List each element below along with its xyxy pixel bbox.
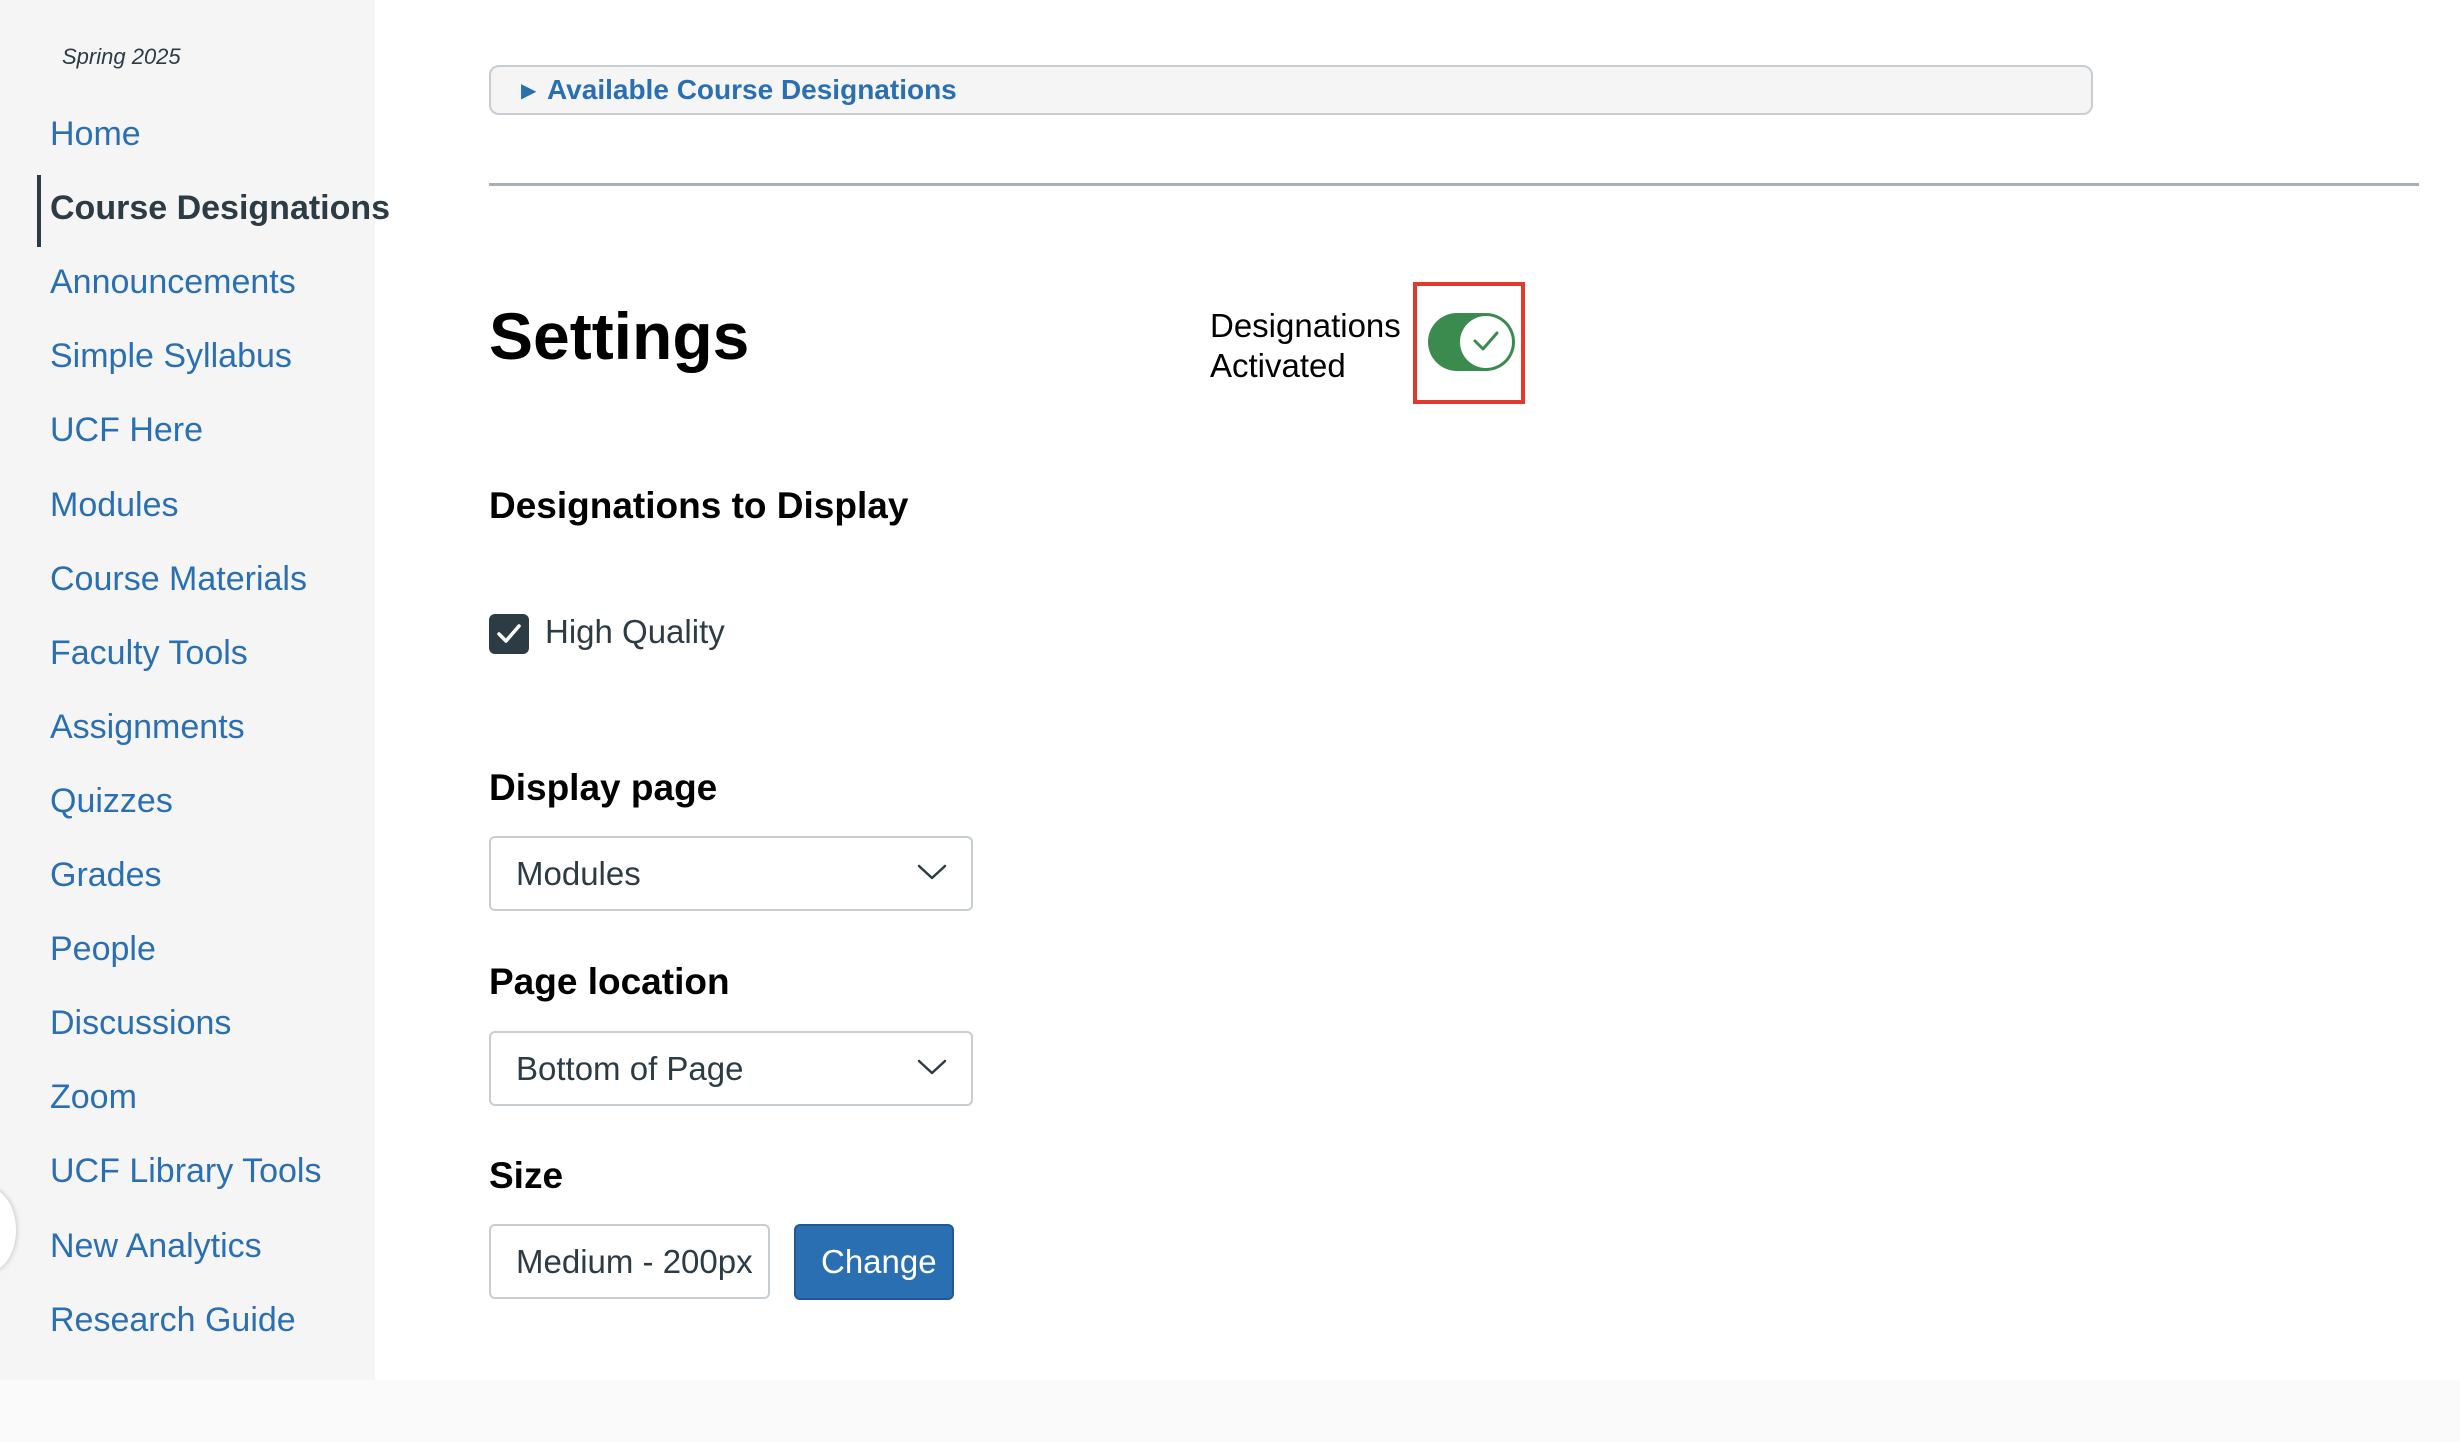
size-value-text: Medium - 200px: [516, 1243, 753, 1280]
size-value-display: Medium - 200px: [489, 1224, 770, 1299]
disclosure-triangle-icon: ▶: [521, 80, 537, 102]
sidebar-item-announcements[interactable]: Announcements: [50, 263, 296, 302]
sidebar-item-home[interactable]: Home: [50, 115, 141, 154]
collapse-handle[interactable]: [0, 1188, 16, 1272]
change-size-button[interactable]: Change: [794, 1224, 954, 1300]
sidebar-item-ucf-library-tools[interactable]: UCF Library Tools: [50, 1152, 321, 1191]
sidebar-item-people[interactable]: People: [50, 930, 156, 969]
designations-activated-toggle[interactable]: [1428, 313, 1515, 371]
checkmark-icon: [497, 624, 521, 643]
display-page-value: Modules: [516, 855, 641, 892]
toggle-label-line1: Designations: [1210, 307, 1401, 344]
active-indicator: [37, 175, 41, 247]
display-page-heading: Display page: [489, 767, 718, 808]
sidebar-item-faculty-tools[interactable]: Faculty Tools: [50, 634, 248, 673]
display-page-select[interactable]: Modules: [489, 836, 973, 911]
chevron-down-icon: [917, 864, 947, 880]
sidebar-item-course-designations[interactable]: Course Designations: [50, 189, 390, 228]
term-label: Spring 2025: [62, 44, 181, 69]
sidebar-item-ucf-here[interactable]: UCF Here: [50, 411, 203, 450]
sidebar-item-new-analytics[interactable]: New Analytics: [50, 1227, 262, 1266]
course-navigation-sidebar: Spring 2025 Home Course Designations Annou…: [0, 0, 390, 1413]
designations-heading: Designations to Display: [489, 485, 909, 526]
page-location-value: Bottom of Page: [516, 1050, 744, 1087]
size-heading: Size: [489, 1155, 564, 1196]
sidebar-item-simple-syllabus[interactable]: Simple Syllabus: [50, 337, 292, 376]
sidebar-item-course-materials[interactable]: Course Materials: [50, 560, 307, 599]
toggle-label-line2: Activated: [1210, 347, 1346, 384]
available-designations-disclosure[interactable]: ▶ Available Course Designations: [489, 65, 2093, 115]
page-title: Settings: [489, 299, 750, 373]
high-quality-checkbox[interactable]: [489, 614, 529, 654]
page-location-heading: Page location: [489, 961, 730, 1002]
toggle-label: Designations Activated: [1210, 306, 1401, 386]
section-divider: [489, 183, 2419, 186]
sidebar-item-grades[interactable]: Grades: [50, 856, 162, 895]
chevron-down-icon: [917, 1059, 947, 1075]
sidebar-item-discussions[interactable]: Discussions: [50, 1004, 231, 1043]
high-quality-label: High Quality: [545, 613, 725, 650]
toggle-knob: [1460, 316, 1512, 368]
sidebar-item-zoom[interactable]: Zoom: [50, 1078, 137, 1117]
sidebar-item-quizzes[interactable]: Quizzes: [50, 782, 173, 821]
sidebar-item-assignments[interactable]: Assignments: [50, 708, 245, 747]
sidebar-item-research-guide[interactable]: Research Guide: [50, 1301, 296, 1340]
sidebar-item-modules[interactable]: Modules: [50, 486, 179, 525]
page-location-select[interactable]: Bottom of Page: [489, 1031, 973, 1106]
checkmark-icon: [1473, 331, 1499, 351]
change-size-button-label: Change: [821, 1243, 937, 1280]
bottom-strip: [0, 1380, 2460, 1442]
disclosure-label: Available Course Designations: [547, 74, 957, 105]
